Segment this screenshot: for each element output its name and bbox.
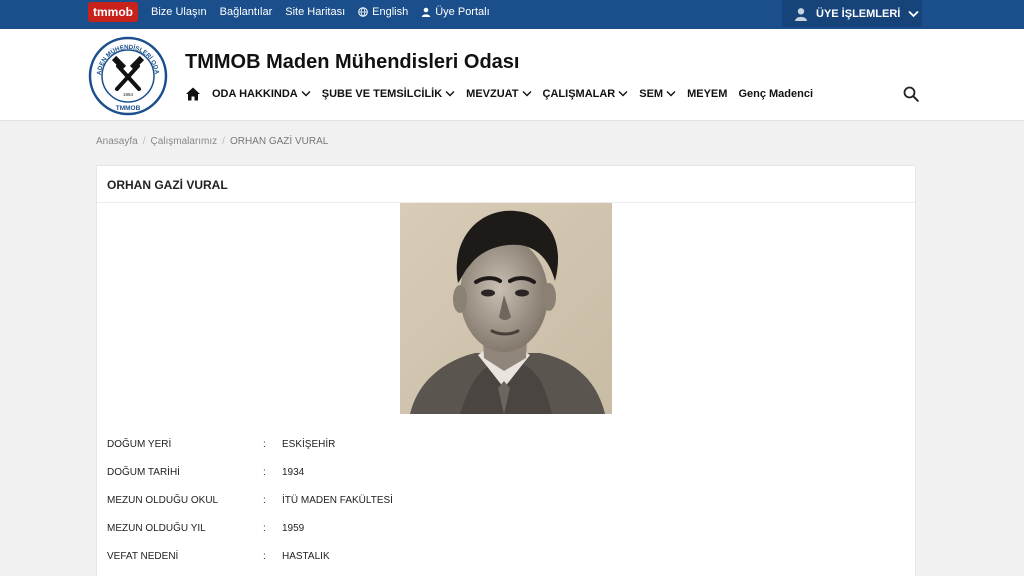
chevron-down-icon [666, 91, 676, 97]
breadcrumb-home[interactable]: Anasayfa [96, 136, 138, 147]
info-value: HASTALIK [282, 551, 330, 562]
mmo-seal-logo[interactable]: MADEN MÜHENDİSLERİ ODASI TMMOB 1954 [88, 36, 168, 116]
info-separator: : [263, 467, 266, 478]
nav-item-label: SEM [639, 88, 664, 100]
nav-item-label: ODA HAKKINDA [212, 88, 298, 100]
nav-item-label: MEVZUAT [466, 88, 519, 100]
home-icon[interactable] [185, 86, 201, 102]
info-value: 1959 [282, 523, 305, 534]
profile-card: ORHAN GAZİ VURAL DOĞUM YERİ: ESKİŞEHİR … [96, 165, 916, 576]
nav-sem[interactable]: SEM [639, 88, 676, 100]
links-link-label: Bağlantılar [219, 6, 273, 18]
breadcrumb: Anasayfa / Çalışmalarımız / ORHAN GAZİ V… [96, 136, 328, 147]
info-separator: : [263, 551, 266, 562]
search-icon[interactable] [903, 86, 919, 102]
info-label: MEZUN OLDUĞU OKUL [107, 495, 219, 506]
nav-calismalar[interactable]: ÇALIŞMALAR [543, 88, 629, 100]
nav-mevzuat[interactable]: MEVZUAT [466, 88, 532, 100]
sitemap-link-label: Site Haritası [285, 6, 346, 18]
user-icon [795, 7, 807, 21]
member-operations-menu[interactable]: ÜYE İŞLEMLERİ [782, 0, 922, 27]
sitemap-link[interactable]: Site Haritası [285, 6, 345, 18]
chevron-down-icon [445, 91, 455, 97]
member-portal-link[interactable]: Üye Portalı [421, 6, 490, 18]
nav-oda-hakkinda[interactable]: ODA HAKKINDA [212, 88, 311, 100]
member-menu-label: ÜYE İŞLEMLERİ [816, 7, 901, 20]
info-label: VEFAT NEDENİ [107, 551, 179, 562]
nav-sube-ve-temsilcilik[interactable]: ŞUBE VE TEMSİLCİLİK [322, 88, 455, 100]
info-value: 1934 [282, 467, 305, 478]
user-icon [422, 7, 431, 17]
chevron-down-icon [908, 10, 919, 17]
nav-item-label: MEYEM [687, 88, 728, 100]
site-title[interactable]: TMMOB Maden Mühendisleri Odası [185, 51, 519, 74]
breadcrumb-current: ORHAN GAZİ VURAL [229, 136, 329, 147]
main-navigation: ODA HAKKINDA ŞUBE VE TEMSİLCİLİK MEVZUAT… [185, 83, 813, 105]
svg-text:1954: 1954 [123, 92, 134, 97]
info-separator: : [263, 523, 266, 534]
nav-meyem[interactable]: MEYEM [687, 88, 727, 100]
member-portal-link-label: Üye Portalı [435, 6, 490, 18]
contact-link-label: Bize Ulaşın [151, 6, 207, 18]
chevron-down-icon [522, 91, 532, 97]
info-separator: : [263, 439, 266, 450]
english-link[interactable]: English [358, 6, 408, 18]
breadcrumb-separator: / [222, 136, 225, 147]
svg-text:TMMOB: TMMOB [116, 105, 141, 112]
info-label: DOĞUM YERİ [107, 439, 172, 450]
info-label: DOĞUM TARİHİ [107, 467, 180, 478]
info-separator: : [263, 495, 266, 506]
info-label: MEZUN OLDUĞU YIL [107, 523, 206, 534]
profile-portrait-photo [400, 203, 612, 414]
nav-item-label: Genç Madenci [738, 88, 814, 100]
profile-name-heading: ORHAN GAZİ VURAL [107, 178, 228, 192]
chevron-down-icon [618, 91, 628, 97]
contact-link[interactable]: Bize Ulaşın [151, 6, 207, 18]
globe-icon [358, 7, 368, 17]
chevron-down-icon [301, 91, 311, 97]
english-link-label: English [372, 6, 409, 18]
breadcrumb-works[interactable]: Çalışmalarımız [150, 136, 217, 147]
nav-item-label: ÇALIŞMALAR [542, 88, 616, 100]
site-header: MADEN MÜHENDİSLERİ ODASI TMMOB 1954 TMMO… [0, 29, 1024, 121]
info-value: İTÜ MADEN FAKÜLTESİ [282, 495, 393, 506]
top-links: Bize Ulaşın Bağlantılar Site Haritası En… [151, 0, 490, 24]
nav-item-label: ŞUBE VE TEMSİLCİLİK [321, 88, 443, 100]
links-link[interactable]: Bağlantılar [220, 6, 273, 18]
breadcrumb-separator: / [142, 136, 146, 147]
info-value: ESKİŞEHİR [282, 439, 336, 450]
top-bar: tmmob Bize Ulaşın Bağlantılar Site Harit… [0, 0, 1024, 29]
nav-genc-madenci[interactable]: Genç Madenci [738, 88, 813, 100]
tmmob-logo[interactable]: tmmob [88, 2, 138, 22]
